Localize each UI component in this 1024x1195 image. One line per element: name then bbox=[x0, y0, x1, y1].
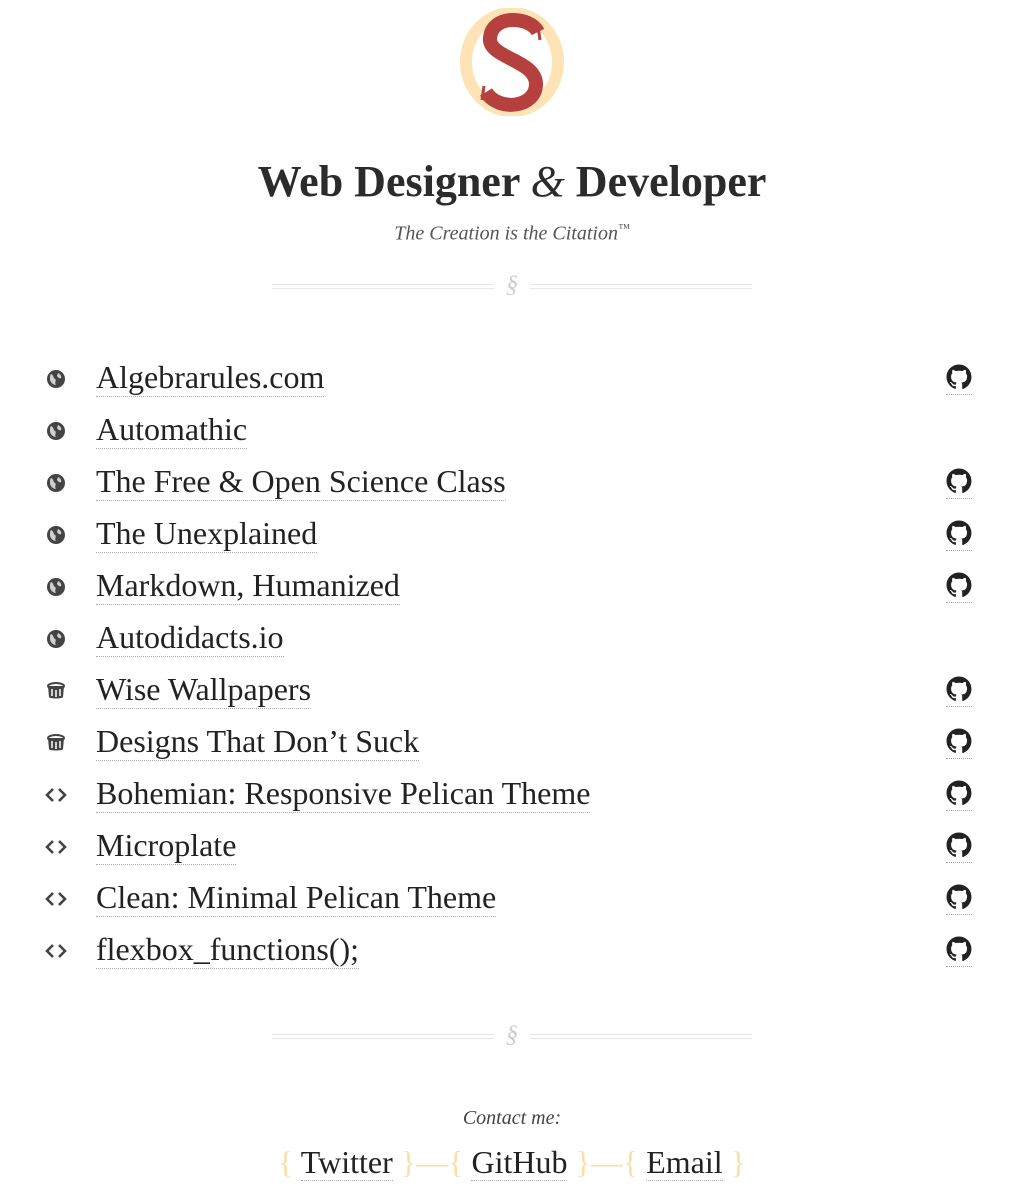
github-icon[interactable] bbox=[946, 364, 972, 395]
globe-icon bbox=[45, 576, 67, 598]
project-item: Algebrarules.com bbox=[0, 352, 1024, 404]
project-item: Bohemian: Responsive Pelican Theme bbox=[0, 768, 1024, 820]
bracket-close: } bbox=[575, 1144, 591, 1180]
project-link[interactable]: Autodidacts.io bbox=[96, 618, 284, 657]
project-item: The Unexplained bbox=[0, 508, 1024, 560]
divider-line bbox=[530, 284, 752, 289]
project-link[interactable]: Algebrarules.com bbox=[96, 358, 325, 397]
paint-bucket-icon bbox=[45, 680, 67, 702]
bracket-close: } bbox=[730, 1144, 746, 1180]
github-icon[interactable] bbox=[946, 520, 972, 551]
section-divider-top: § bbox=[272, 272, 752, 298]
title-part2: Developer bbox=[575, 157, 767, 206]
project-link[interactable]: Designs That Don’t Suck bbox=[96, 722, 420, 761]
project-item: Markdown, Humanized bbox=[0, 560, 1024, 612]
twitter-link[interactable]: Twitter bbox=[300, 1144, 393, 1181]
project-link[interactable]: flexbox_functions(); bbox=[96, 930, 360, 969]
tagline-text: The Creation is the Citation bbox=[394, 222, 618, 245]
code-icon bbox=[45, 784, 67, 806]
github-icon[interactable] bbox=[946, 572, 972, 603]
project-link[interactable]: Bohemian: Responsive Pelican Theme bbox=[96, 774, 591, 813]
project-item: The Free & Open Science Class bbox=[0, 456, 1024, 508]
divider-line bbox=[530, 1034, 752, 1039]
divider-line bbox=[272, 284, 494, 289]
tagline: The Creation is the Citation™ bbox=[0, 214, 1024, 248]
section-divider-bottom: § bbox=[272, 1022, 752, 1048]
site-title: Web Designer & Developer bbox=[0, 155, 1024, 209]
project-item: Autodidacts.io bbox=[0, 612, 1024, 664]
section-sign-icon: § bbox=[506, 1022, 518, 1048]
github-icon[interactable] bbox=[946, 468, 972, 499]
project-link[interactable]: The Unexplained bbox=[96, 514, 318, 553]
project-item: Clean: Minimal Pelican Theme bbox=[0, 872, 1024, 924]
github-icon[interactable] bbox=[946, 728, 972, 759]
globe-icon bbox=[45, 628, 67, 650]
project-item: Automathic bbox=[0, 404, 1024, 456]
project-item: Wise Wallpapers bbox=[0, 664, 1024, 716]
project-link[interactable]: Microplate bbox=[96, 826, 237, 865]
title-ampersand: & bbox=[530, 157, 565, 206]
github-link[interactable]: GitHub bbox=[471, 1144, 568, 1181]
bracket-close: } bbox=[400, 1144, 417, 1180]
section-sign-icon: § bbox=[506, 272, 518, 298]
github-icon[interactable] bbox=[946, 780, 972, 811]
contact-label: Contact me: bbox=[462, 1107, 562, 1129]
code-icon bbox=[45, 888, 67, 910]
code-icon bbox=[45, 940, 67, 962]
project-list: Algebrarules.com Automathic The Free & Ope… bbox=[0, 352, 1024, 976]
globe-icon bbox=[45, 420, 67, 442]
link-separator: — bbox=[416, 1144, 449, 1180]
project-item: Microplate bbox=[0, 820, 1024, 872]
github-icon[interactable] bbox=[946, 884, 972, 915]
project-item: Designs That Don’t Suck bbox=[0, 716, 1024, 768]
paint-bucket-icon bbox=[45, 732, 67, 754]
project-link[interactable]: Clean: Minimal Pelican Theme bbox=[96, 878, 497, 917]
globe-icon bbox=[45, 524, 67, 546]
github-icon[interactable] bbox=[946, 832, 972, 863]
github-icon[interactable] bbox=[946, 936, 972, 967]
code-icon bbox=[45, 836, 67, 858]
bracket-open: { bbox=[278, 1144, 294, 1180]
globe-icon bbox=[45, 368, 67, 390]
divider-line bbox=[272, 1034, 494, 1039]
project-item: flexbox_functions(); bbox=[0, 924, 1024, 976]
bracket-open: { bbox=[448, 1144, 464, 1180]
contact-links: { Twitter }—{ GitHub }—{ Email } bbox=[0, 1140, 1024, 1184]
project-link[interactable]: Automathic bbox=[96, 410, 248, 449]
globe-icon bbox=[45, 472, 67, 494]
trademark-mark: ™ bbox=[617, 221, 630, 235]
project-link[interactable]: Wise Wallpapers bbox=[96, 670, 312, 709]
project-link[interactable]: The Free & Open Science Class bbox=[96, 462, 506, 501]
bracket-open: { bbox=[622, 1144, 639, 1180]
link-separator: — bbox=[590, 1144, 623, 1180]
github-icon[interactable] bbox=[946, 676, 972, 707]
site-logo[interactable] bbox=[460, 8, 564, 116]
email-link[interactable]: Email bbox=[646, 1144, 723, 1181]
project-link[interactable]: Markdown, Humanized bbox=[96, 566, 400, 605]
title-part1: Web Designer bbox=[257, 157, 520, 206]
